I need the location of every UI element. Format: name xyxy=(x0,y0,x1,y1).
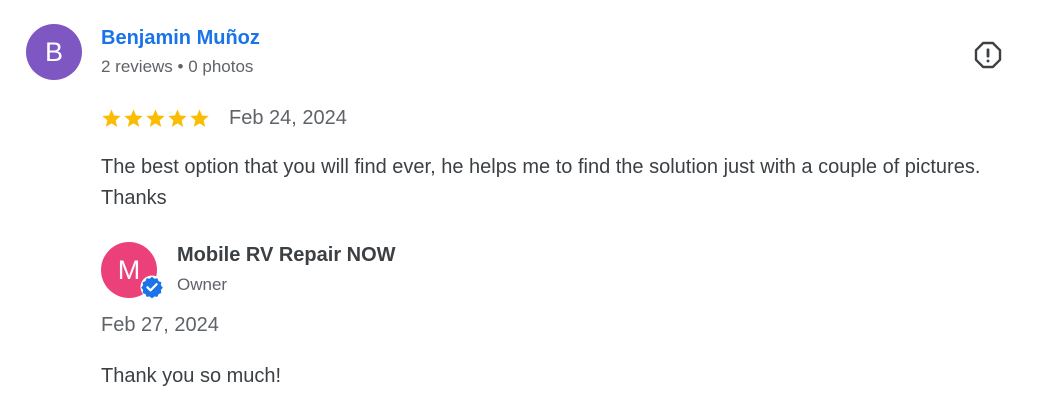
reviewer-meta: 2 reviews • 0 photos xyxy=(101,57,254,76)
star-icon xyxy=(168,109,187,127)
reply-text: Thank you so much! xyxy=(101,365,282,387)
star-rating xyxy=(101,108,210,130)
review-text: The best option that you will find ever,… xyxy=(101,156,981,209)
review-card: B Benjamin Muñoz 2 reviews • 0 photos Fe… xyxy=(0,0,1057,406)
reviewer-name-link[interactable]: Benjamin Muñoz xyxy=(101,27,260,50)
star-icon xyxy=(102,109,121,127)
owner-name: Mobile RV Repair NOW xyxy=(177,244,396,266)
reply-date: Feb 27, 2024 xyxy=(101,314,219,336)
owner-role-label: Owner xyxy=(177,275,228,294)
verified-badge-icon xyxy=(140,275,164,299)
review-date: Feb 24, 2024 xyxy=(229,107,347,129)
report-flag-icon xyxy=(974,41,1002,69)
star-icon xyxy=(124,109,143,127)
report-review-button[interactable] xyxy=(971,38,1005,72)
reviewer-avatar[interactable]: B xyxy=(26,24,82,80)
star-icon xyxy=(190,109,209,127)
star-icon xyxy=(146,109,165,127)
